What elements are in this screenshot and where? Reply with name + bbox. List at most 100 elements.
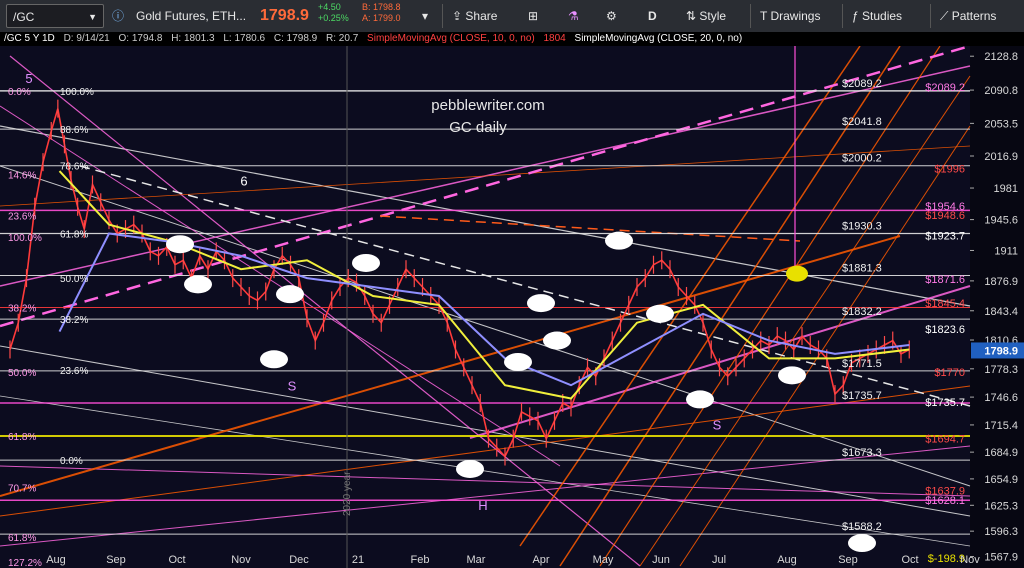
right-level-label: $1948.6: [925, 210, 965, 222]
y-tick-label: 2090.8: [984, 85, 1018, 97]
fib-label-left: 14.6%: [8, 171, 36, 182]
info-sma20: SimpleMovingAvg (CLOSE, 20, 0, no): [574, 33, 743, 44]
chart-info-bar: /GC 5 Y 1D D: 9/14/21 O: 1794.8 H: 1801.…: [0, 32, 1024, 46]
chart-title: pebblewriter.com: [431, 97, 544, 114]
fib-label-mid: 100.0%: [60, 87, 94, 98]
grid-icon[interactable]: ⊞: [528, 4, 538, 28]
level-label: $1588.2: [842, 521, 882, 533]
symbol-description: Gold Futures, ETH...: [136, 9, 247, 23]
x-tick-label: Apr: [532, 554, 549, 566]
share-button[interactable]: ⇪ Share: [452, 4, 497, 28]
right-level-label: $1845.4: [925, 298, 965, 310]
info-sma10: SimpleMovingAvg (CLOSE, 10, 0, no): [367, 33, 535, 44]
studies-label: Studies: [862, 9, 903, 23]
right-level-label: $1694.7: [925, 434, 965, 446]
level-label: $1735.7: [842, 390, 882, 402]
style-icon: ⇅: [686, 9, 700, 23]
level-label: $2089.2: [842, 78, 882, 90]
drawings-button[interactable]: T Drawings: [760, 4, 820, 28]
right-level-label: $1735.7: [925, 397, 965, 409]
wave-annotation: S: [713, 418, 722, 433]
fib-label-mid: 23.6%: [60, 366, 88, 377]
x-tick-label: Aug: [46, 554, 66, 566]
y-tick-label: 2016.9: [984, 151, 1018, 163]
yellow-marker: [786, 265, 808, 282]
style-button[interactable]: ⇅ Style: [686, 4, 726, 28]
studies-icon: ƒ: [852, 9, 863, 23]
info-low: L: 1780.6: [223, 33, 266, 44]
price-change: +4.50 +0.25%: [318, 2, 349, 26]
right-level-label: $2089.2: [925, 82, 965, 94]
fib-label-left: 100.0%: [8, 233, 42, 244]
right-level-label: $1823.6: [925, 324, 965, 336]
fib-label-left: 0.0%: [8, 87, 31, 98]
pattern-marker: [605, 231, 633, 250]
pattern-marker: [352, 253, 380, 272]
y-tick-label: 1596.3: [984, 526, 1018, 538]
share-label: Share: [465, 9, 498, 23]
last-price-label: 1798.9: [984, 345, 1018, 357]
info-close: C: 1798.9: [273, 33, 318, 44]
x-tick-label: 21: [352, 554, 364, 566]
y-tick-label: 1654.9: [984, 474, 1018, 486]
right-level-label: $1923.7: [925, 230, 965, 242]
level-label: $1930.3: [842, 221, 882, 233]
level-label: $1832.2: [842, 306, 882, 318]
fib-label-mid: 78.6%: [60, 162, 88, 173]
info-range: R: 20.7: [326, 33, 359, 44]
pattern-marker: [848, 534, 876, 553]
fib-label-left: 70.7%: [8, 484, 36, 495]
pattern-marker: [166, 235, 194, 254]
pattern-marker: [646, 304, 674, 323]
symbol-select[interactable]: /GC ▼: [6, 4, 104, 28]
info-date: D: 9/14/21: [63, 33, 110, 44]
info-sma10-value: 1804: [543, 33, 566, 44]
toolbar: /GC ▼ ⓘ Gold Futures, ETH... 1798.9 +4.5…: [0, 0, 1024, 33]
y-tick-label: 1778.3: [984, 364, 1018, 376]
info-open: O: 1794.8: [118, 33, 163, 44]
price-chart[interactable]: pebblewriter.com GC daily 2020 year 0.0% 14.…: [0, 46, 1024, 568]
gear-icon[interactable]: ⚙: [606, 4, 617, 28]
fib-label-left: 23.6%: [8, 212, 36, 223]
pattern-marker: [686, 390, 714, 409]
y-tick-label: 1746.6: [984, 392, 1018, 404]
fib-label-left: 61.8%: [8, 432, 36, 443]
fib-label-mid: 61.8%: [60, 230, 88, 241]
y-tick-label: 1843.4: [984, 306, 1018, 318]
info-icon[interactable]: ⓘ: [112, 4, 126, 28]
x-tick-label: Sep: [106, 554, 126, 566]
level-label: $2000.2: [842, 153, 882, 165]
period-label: D: [648, 9, 657, 23]
last-price: 1798.9: [260, 7, 309, 24]
dropdown-icon[interactable]: ▾: [422, 4, 436, 28]
symbol-value: /GC: [13, 10, 35, 24]
period-select[interactable]: D: [648, 4, 657, 28]
y-tick-label: 1684.9: [984, 447, 1018, 459]
x-tick-label: Feb: [411, 554, 430, 566]
y-tick-label: 1981: [994, 183, 1018, 195]
right-level-label: $1628.1: [925, 495, 965, 507]
pattern-marker: [778, 366, 806, 385]
info-symbol-period: /GC 5 Y 1D: [4, 33, 55, 44]
pattern-marker: [456, 459, 484, 478]
x-tick-label: Jun: [652, 554, 670, 566]
chevron-down-icon: ▼: [88, 12, 97, 22]
x-tick-label: Dec: [289, 554, 309, 566]
y-tick-label: 1945.6: [984, 215, 1018, 227]
fib-label-left: 38.2%: [8, 304, 36, 315]
drawings-label: Drawings: [770, 9, 821, 23]
patterns-label: Patterns: [951, 9, 997, 23]
y-tick-label: 1876.9: [984, 276, 1018, 288]
studies-button[interactable]: ƒ Studies: [852, 4, 902, 28]
x-tick-label: Nov: [231, 554, 251, 566]
patterns-button[interactable]: ⟋ Patterns: [940, 4, 996, 28]
chart-subtitle: GC daily: [449, 119, 507, 136]
fib-label-left: 61.8%: [8, 533, 36, 544]
pattern-marker: [260, 350, 288, 369]
style-label: Style: [699, 9, 727, 23]
fib-label-mid: 38.2%: [60, 315, 88, 326]
fib-label-left: 127.2%: [8, 558, 42, 568]
wave-annotation: 6: [240, 173, 247, 188]
x-tick-label: Oct: [901, 554, 918, 566]
flask-icon[interactable]: ⚗: [568, 4, 579, 28]
